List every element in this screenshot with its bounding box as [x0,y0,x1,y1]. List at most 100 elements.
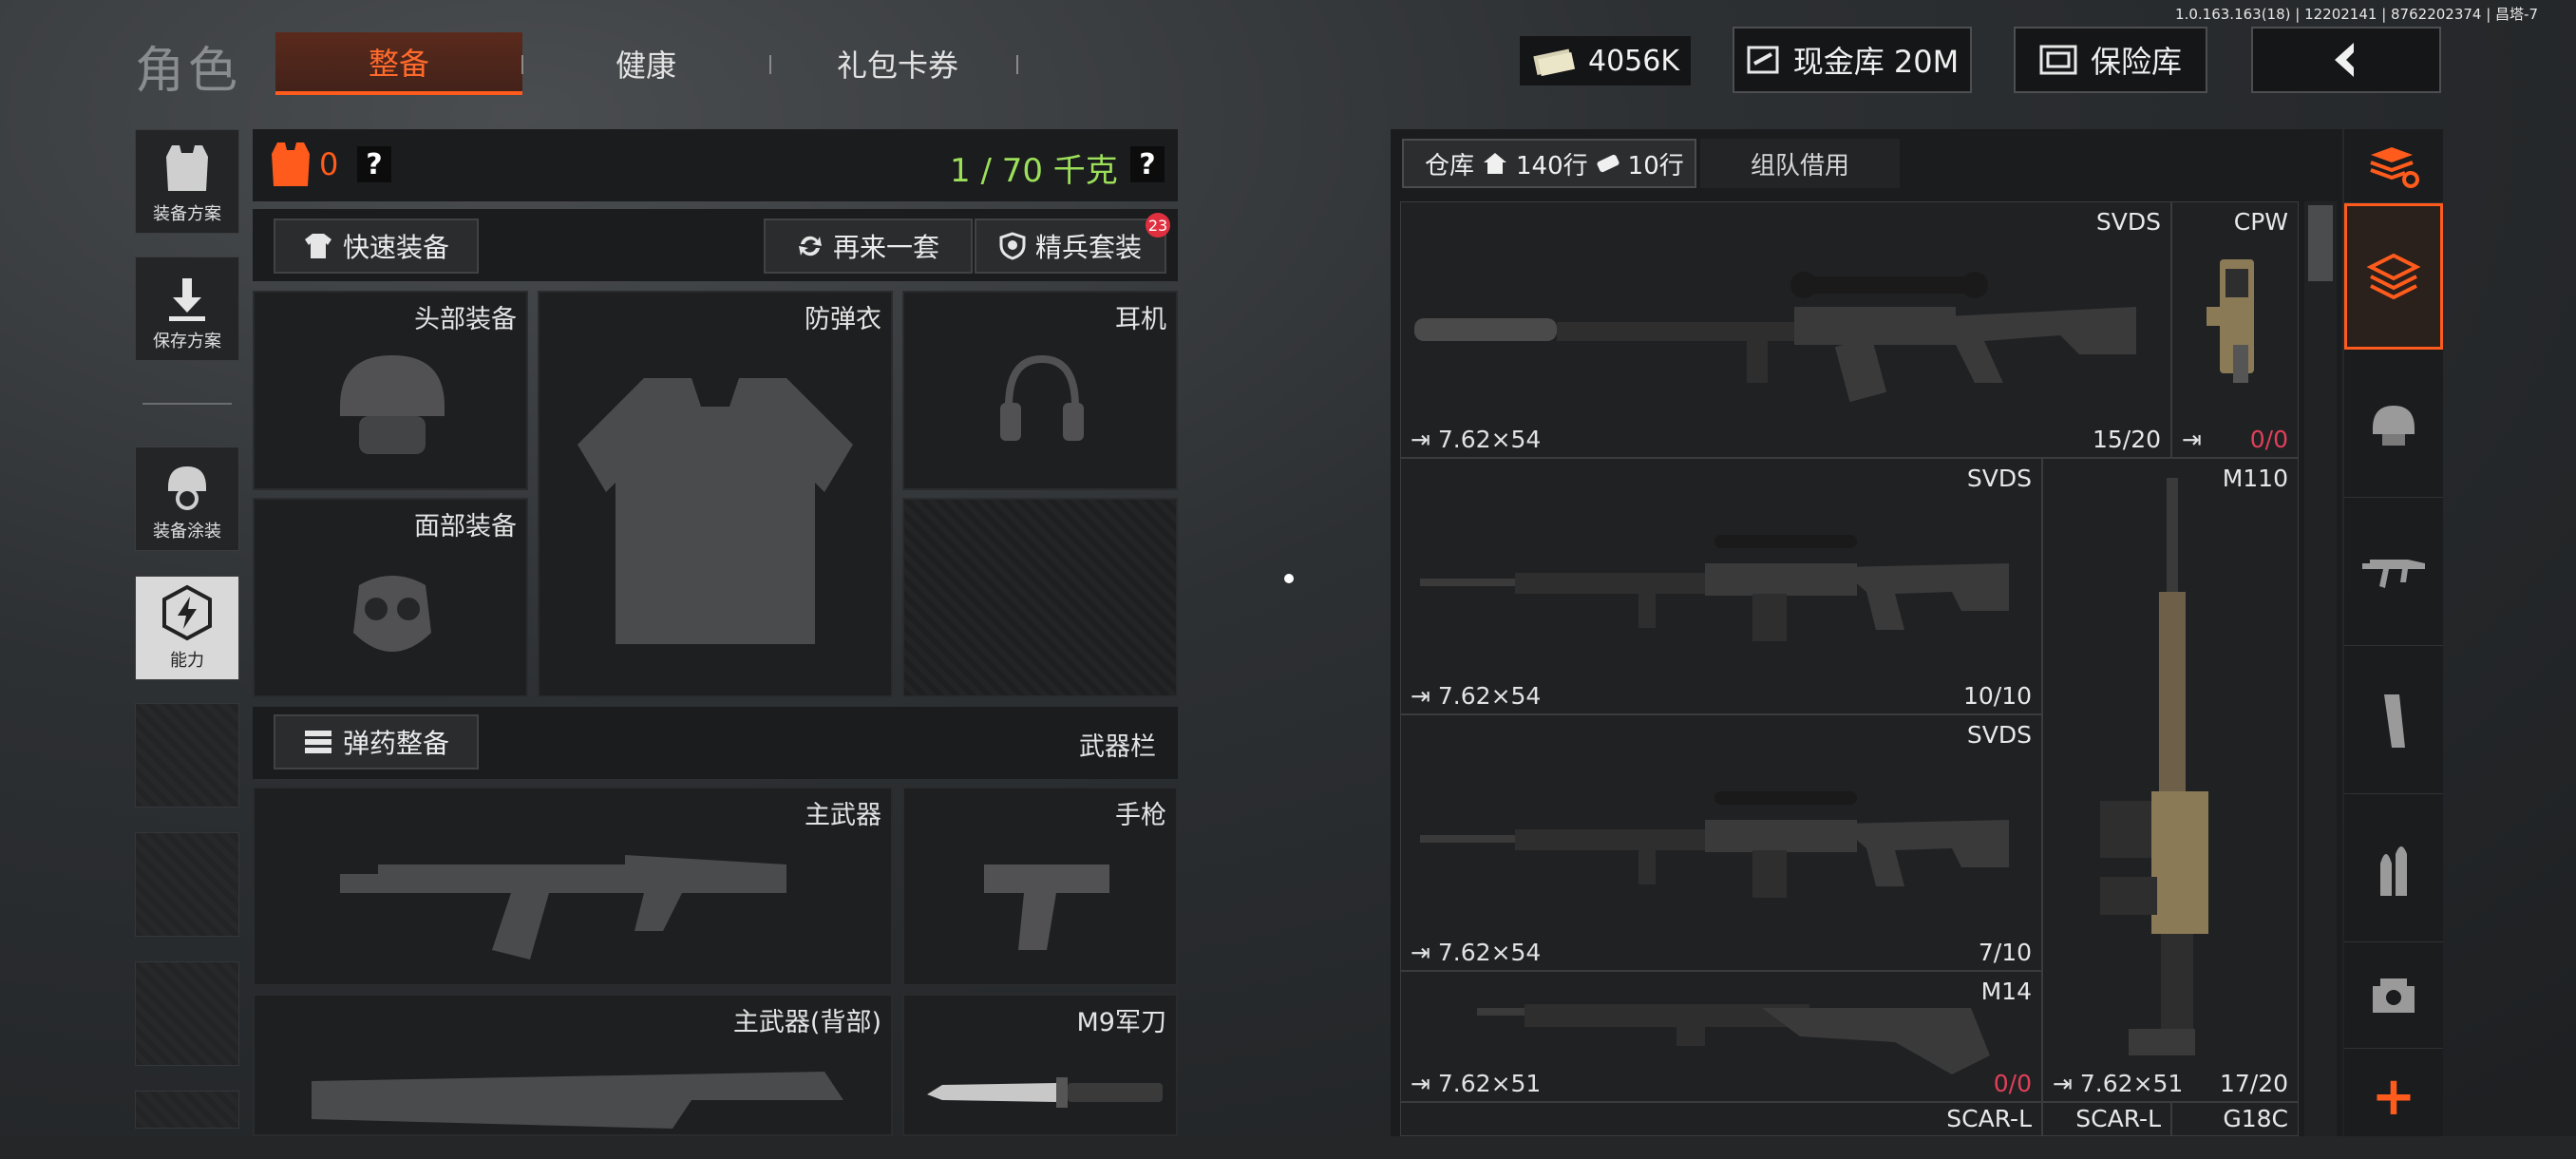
warehouse-item[interactable]: SVDS ⇥ 7.62×54 15/20 [1400,201,2171,458]
warehouse-item[interactable]: SVDS ⇥ 7.62×54 10/10 [1400,458,2042,714]
safe-button[interactable]: 保险库 [2014,27,2207,93]
tab-team-loan[interactable]: 组队借用 [1700,139,1900,188]
warehouse-scrollbar-thumb[interactable] [2308,205,2333,281]
ammo-icon [304,731,331,753]
item-count: 10/10 [1962,682,2032,710]
sidebar-empty-slot [135,703,239,808]
shield-icon [999,232,1026,260]
helmet-paint-icon [168,466,206,510]
knife-icon [927,1077,1163,1108]
warehouse-scrollbar-track[interactable] [2304,201,2337,1136]
item-ammo: ⇥ 7.62×51 [1411,1070,1542,1097]
slot-primary[interactable]: 主武器 [253,787,893,986]
tab-divider [521,55,523,74]
cash-vault-button[interactable]: 现金库 20M [1733,27,1972,93]
item-ammo: ⇥ 7.62×54 [1411,682,1542,710]
item-count: 15/20 [2092,426,2161,453]
sidebar-item-loadout-plan[interactable]: 装备方案 [135,129,239,234]
armor-icon [272,142,310,186]
item-count: 7/10 [1978,939,2032,966]
safe-icon [2039,45,2077,75]
category-ammo[interactable] [2344,796,2443,942]
slot-vest[interactable]: 防弹衣 [538,291,893,697]
layers-sort-icon [2370,146,2419,188]
item-name: SVDS [1966,721,2032,749]
download-icon [169,278,205,321]
refresh-icon [798,236,822,256]
bottom-bar [0,1136,2576,1159]
slot-melee-label: M9军刀 [1076,1008,1166,1037]
sniper-rifle-icon [1420,535,2009,641]
warehouse-rows-2: 10行 [1627,151,1684,180]
category-magazines[interactable] [2344,648,2443,794]
category-attachments[interactable] [2344,944,2443,1049]
item-name: CPW [2233,208,2288,236]
gas-mask-icon [353,576,431,652]
sidebar-item-save-plan[interactable]: 保存方案 [135,256,239,361]
weight-help-button[interactable]: ? [1130,146,1165,182]
sniper-rifle-icon [1414,272,2136,403]
category-gear[interactable] [2344,352,2443,498]
tab-gift[interactable]: 礼包卡券 [779,32,1016,95]
item-ammo: ⇥ 7.62×54 [1411,426,1542,453]
slot-headset[interactable]: 耳机 [902,291,1178,490]
ammo-equip-label: 弹药整备 [342,728,449,759]
rifle-silhouette-icon [312,1072,843,1129]
sidebar-item-paint[interactable]: 装备涂装 [135,446,239,551]
elite-kit-button[interactable]: 精兵套装 [975,218,1166,274]
ammo-equip-button[interactable]: 弹药整备 [274,714,479,770]
stack-icon [2366,253,2421,300]
reequip-button[interactable]: 再来一套 [764,218,973,274]
magazine-icon [2384,694,2405,748]
warehouse-rows: 140行 [1516,151,1588,180]
category-weapons[interactable] [2344,500,2443,646]
slot-primary-label: 主武器 [805,801,881,830]
warehouse-item[interactable]: SVDS ⇥ 7.62×54 7/10 [1400,714,2042,971]
tab-warehouse[interactable]: 仓库 140行 10行 [1402,139,1696,188]
tab-equip[interactable]: 整备 [275,32,522,95]
warehouse-item[interactable]: SCAR-L [1400,1102,2042,1136]
elite-kit-label: 精兵套装 [1034,232,1142,263]
item-name: G18C [2223,1105,2288,1132]
slot-pistol[interactable]: 手枪 [902,787,1178,986]
cursor-dot [1284,574,1294,583]
add-category-button[interactable]: + [2344,1056,2443,1136]
warehouse-item[interactable]: G18C [2171,1102,2299,1136]
warehouse-item[interactable]: SCAR-L [2042,1102,2171,1136]
slot-melee[interactable]: M9军刀 [902,994,1178,1136]
back-button[interactable] [2251,27,2441,93]
quick-equip-button[interactable]: 快速装备 [274,218,479,274]
elite-kit-badge: 23 [1146,213,1170,238]
item-name: SCAR-L [2075,1105,2161,1132]
slot-primary-back[interactable]: 主武器(背部) [253,994,893,1136]
warehouse-tab-label: 仓库 [1425,151,1475,180]
sidebar-item-label: 能力 [170,651,204,671]
warehouse-item[interactable]: M110 ⇥ 7.62×51 17/20 [2042,458,2299,1102]
cash-amount: 4056K [1588,44,1680,78]
ability-icon [162,584,212,641]
team-loan-label: 组队借用 [1750,151,1849,180]
slot-head[interactable]: 头部装备 [253,291,528,490]
slot-face[interactable]: 面部装备 [253,498,528,697]
tab-label: 礼包卡券 [836,48,958,84]
weight-display: 1 / 70 千克 [950,152,1118,190]
tab-health[interactable]: 健康 [532,32,760,95]
tab-divider [769,55,771,74]
page-title: 角色 [135,43,242,100]
sidebar-divider [142,403,232,405]
sidebar-item-label: 装备涂装 [153,522,221,542]
money-icon [1533,48,1576,77]
item-ammo-text: 7.62×51 [2079,1070,2184,1097]
quick-equip-label: 快速装备 [342,232,449,263]
warehouse-item[interactable]: CPW ⇥ 0/0 [2171,201,2299,458]
sidebar-item-ability[interactable]: 能力 [135,576,239,680]
bullets-icon [2380,846,2407,896]
armor-help-button[interactable]: ? [357,146,391,182]
category-all[interactable] [2344,203,2443,350]
warehouse-item[interactable]: M14 ⇥ 7.62×51 0/0 [1400,971,2042,1102]
armor-value: 0 [319,146,339,182]
sidebar-item-label: 装备方案 [153,204,221,224]
item-ammo-text: 7.62×54 [1437,939,1542,966]
sort-button[interactable] [2344,129,2443,203]
sidebar-empty-slot [135,961,239,1066]
